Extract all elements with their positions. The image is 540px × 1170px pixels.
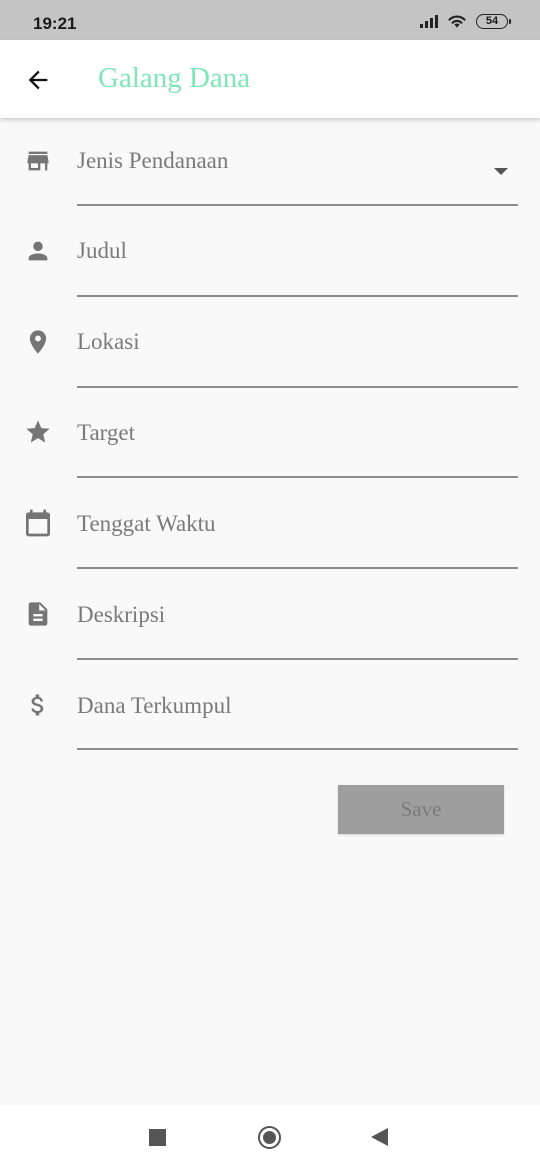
field-underline [77,476,518,478]
field-underline [77,567,518,569]
dollar-icon [31,694,44,716]
recent-apps-icon[interactable] [149,1129,166,1146]
field-label: Deskripsi [77,602,166,627]
page-title: Galang Dana [98,62,251,94]
status-bar: 19:21 54 [0,0,540,40]
nav-back-icon[interactable] [371,1128,388,1146]
star-icon [26,420,50,443]
field-label: Lokasi [77,329,140,354]
back-arrow-icon[interactable] [24,66,52,94]
field-label: Target [77,420,135,445]
wifi-icon [448,15,466,28]
field-underline [77,295,518,297]
system-nav-bar [0,1105,540,1170]
dropdown-caret-icon[interactable] [494,168,508,175]
field-label: Dana Terkumpul [77,693,232,718]
app-bar: Galang Dana [0,40,540,118]
signal-icon [420,14,438,28]
person-icon [28,241,48,261]
status-icons: 54 [420,13,511,29]
store-icon [27,151,49,171]
location-pin-icon [29,330,47,354]
field-underline [77,386,518,388]
field-underline [77,658,518,660]
home-icon[interactable] [258,1126,281,1149]
field-underline [77,204,518,206]
field-label: Jenis Pendanaan [77,148,229,173]
field-label: Judul [77,238,127,263]
document-icon [28,602,48,626]
status-time: 19:21 [33,14,77,33]
field-underline [77,748,518,750]
calendar-icon [26,509,50,537]
battery-icon: 54 [476,13,511,29]
field-label: Tenggat Waktu [77,511,216,536]
save-button[interactable]: Save [338,785,504,834]
